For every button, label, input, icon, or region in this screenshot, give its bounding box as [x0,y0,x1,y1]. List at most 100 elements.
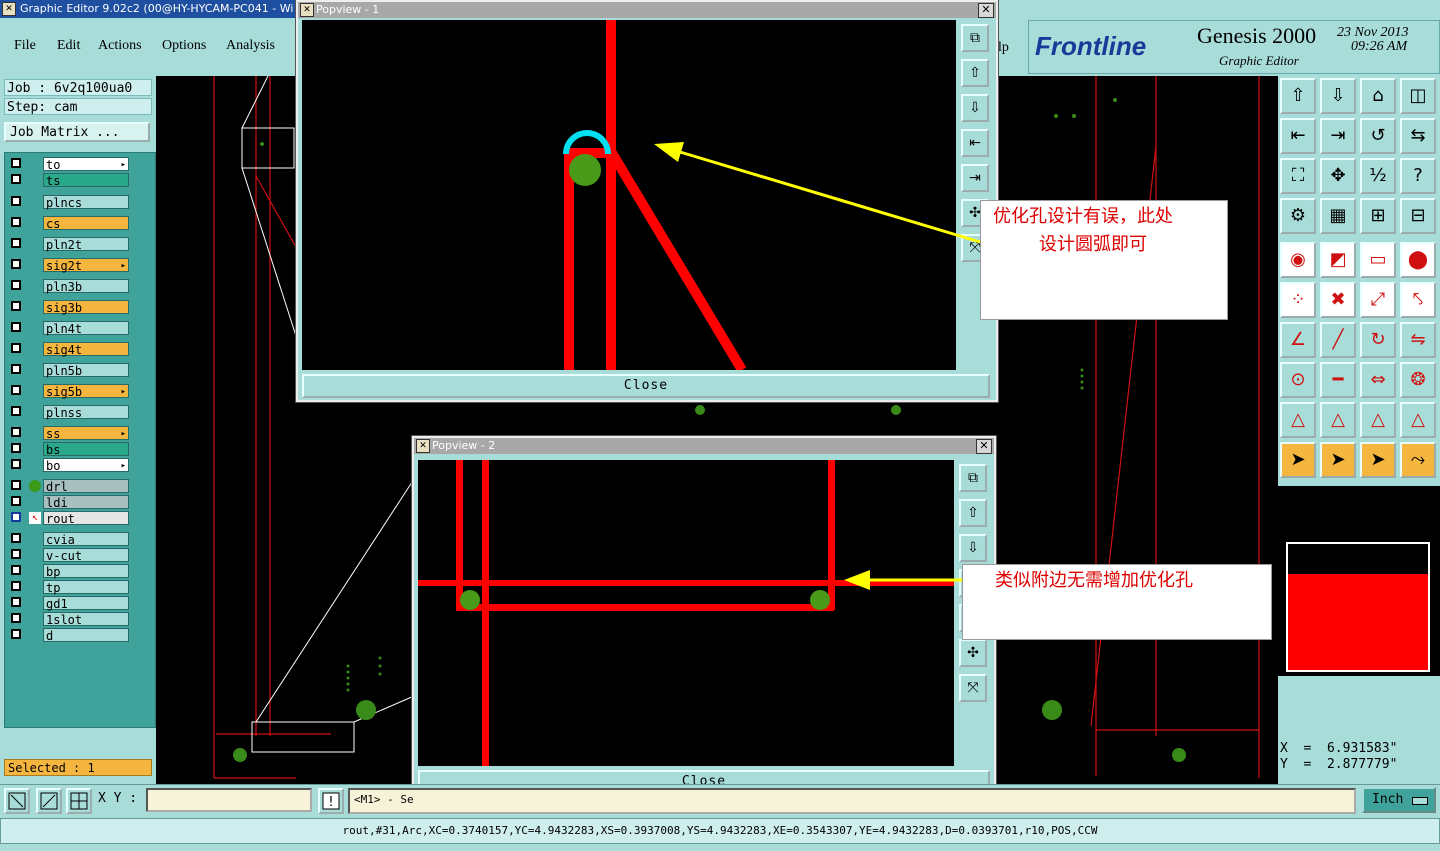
zoom-fit-icon[interactable]: ⧉ [961,24,989,52]
layer-checkbox[interactable] [11,301,21,311]
slash-icon[interactable]: ╱ [1320,322,1356,358]
layers-b-icon[interactable]: ⊟ [1400,198,1436,234]
layer-row-bs[interactable]: bs [7,442,129,457]
pad-add-icon[interactable]: ⤣ [1400,282,1436,318]
menu-edit[interactable]: Edit [57,38,80,54]
layer-row-plnss[interactable]: plnss [7,405,129,420]
layer-checkbox[interactable] [11,343,21,353]
select-multi-icon[interactable]: ➤ [1360,442,1396,478]
layer-checkbox[interactable] [11,174,21,184]
arrow-pad-icon[interactable]: ⤢ [1360,282,1396,318]
layer-row-sig2t[interactable]: sig2t ▸ [7,258,129,273]
layer-row-ldi[interactable]: ldi [7,495,129,510]
rotate-icon[interactable]: ↺ [1360,118,1396,154]
zoom-in-icon[interactable]: ⇩ [1320,78,1356,114]
layer-checkbox[interactable] [11,385,21,395]
layers-a-icon[interactable]: ⊞ [1360,198,1396,234]
layer-checkbox[interactable] [11,280,21,290]
layer-row-1slot[interactable]: 1slot [7,612,129,627]
grid-icon[interactable]: ▦ [1320,198,1356,234]
zoom-out-icon[interactable]: ⇩ [959,534,987,562]
triangle-d-icon[interactable]: △ [1400,402,1436,438]
layer-checkbox[interactable] [11,581,21,591]
home-icon[interactable]: ⌂ [1360,78,1396,114]
snap-icon[interactable] [4,788,30,814]
line-color-icon[interactable]: ◩ [1320,242,1356,278]
triangle-c-icon[interactable]: △ [1360,402,1396,438]
unit-selector[interactable]: Inch [1362,787,1436,813]
pan-right-icon[interactable]: ⇥ [1320,118,1356,154]
layer-row-pln4t[interactable]: pln4t [7,321,129,336]
xy-input[interactable] [146,788,312,812]
pan-left-icon[interactable]: ⇤ [1280,118,1316,154]
alert-icon[interactable]: ! [318,788,344,814]
mirror-icon[interactable]: ⇆ [1400,118,1436,154]
layer-row-rout[interactable]: ↖ rout [7,511,129,526]
layer-checkbox[interactable] [11,406,21,416]
layer-row-drl[interactable]: drl [7,479,129,494]
layer-row-tp[interactable]: tp [7,580,129,595]
flip-icon[interactable]: ⇋ [1400,322,1436,358]
layer-checkbox[interactable] [11,480,21,490]
scale-1-2-icon[interactable]: ½ [1360,158,1396,194]
zoom-in-icon[interactable]: ⇧ [959,499,987,527]
menu-actions[interactable]: Actions [98,38,142,54]
layer-checkbox[interactable] [11,443,21,453]
popview-2-canvas[interactable] [418,460,954,766]
dot-icon[interactable]: ⬤ [1400,242,1436,278]
layer-row-gd1[interactable]: gd1 [7,596,129,611]
layer-checkbox[interactable] [11,512,21,522]
pad-icon[interactable]: ◉ [1280,242,1316,278]
layer-checkbox[interactable] [11,629,21,639]
circles-icon[interactable]: ❂ [1400,362,1436,398]
layer-row-pln3b[interactable]: pln3b [7,279,129,294]
zoom-out-icon[interactable]: ⇩ [961,94,989,122]
zoom-home-icon[interactable]: ⇧ [1280,78,1316,114]
layer-row-pln2t[interactable]: pln2t [7,237,129,252]
move-pad-icon[interactable]: ⊙ [1280,362,1316,398]
layer-row-cs[interactable]: cs [7,216,129,231]
layer-row-sig3b[interactable]: sig3b [7,300,129,315]
job-matrix-button[interactable]: Job Matrix ... [4,122,150,142]
select-arrow-icon[interactable]: ➤ [1280,442,1316,478]
layer-checkbox[interactable] [11,496,21,506]
arc-icon[interactable]: ↻ [1360,322,1396,358]
fit-icon[interactable]: ⛶ [1280,158,1316,194]
pan-up-icon[interactable]: ✣ [959,639,987,667]
layer-checkbox[interactable] [11,597,21,607]
layer-row-to[interactable]: to ▸ [7,157,129,172]
layer-checkbox[interactable] [11,259,21,269]
layer-row-d[interactable]: d [7,628,129,643]
layer-checkbox[interactable] [11,322,21,332]
layer-checkbox[interactable] [11,613,21,623]
layer-checkbox[interactable] [11,533,21,543]
help-icon[interactable]: ? [1400,158,1436,194]
layer-checkbox[interactable] [11,459,21,469]
measure-icon[interactable]: ⇔ [1360,362,1396,398]
line-icon[interactable]: ━ [1320,362,1356,398]
layer-checkbox[interactable] [11,427,21,437]
menu-help-partial[interactable]: lp [998,40,1009,56]
zoom-fit-icon[interactable]: ⧉ [959,464,987,492]
select-box-icon[interactable]: ➤ [1320,442,1356,478]
layer-row-cvia[interactable]: cvia [7,532,129,547]
layer-checkbox[interactable] [11,217,21,227]
layer-row-ts[interactable]: ts [7,173,129,188]
triangle-b-icon[interactable]: △ [1320,402,1356,438]
measure-snap-icon[interactable] [36,788,62,814]
angle-icon[interactable]: ∠ [1280,322,1316,358]
menu-options[interactable]: Options [162,38,206,54]
layer-row-sig4t[interactable]: sig4t [7,342,129,357]
layer-checkbox[interactable] [11,238,21,248]
layer-checkbox[interactable] [11,364,21,374]
layer-checkbox[interactable] [11,549,21,559]
layer-checkbox[interactable] [11,196,21,206]
split-icon[interactable]: ◫ [1400,78,1436,114]
layer-row-v-cut[interactable]: v-cut [7,548,129,563]
center-icon[interactable]: ✥ [1320,158,1356,194]
ruler-icon[interactable]: ▭ [1360,242,1396,278]
menu-analysis[interactable]: Analysis [226,38,275,54]
triangle-a-icon[interactable]: △ [1280,402,1316,438]
layer-row-plncs[interactable]: plncs [7,195,129,210]
zoom-in-icon[interactable]: ⇧ [961,59,989,87]
